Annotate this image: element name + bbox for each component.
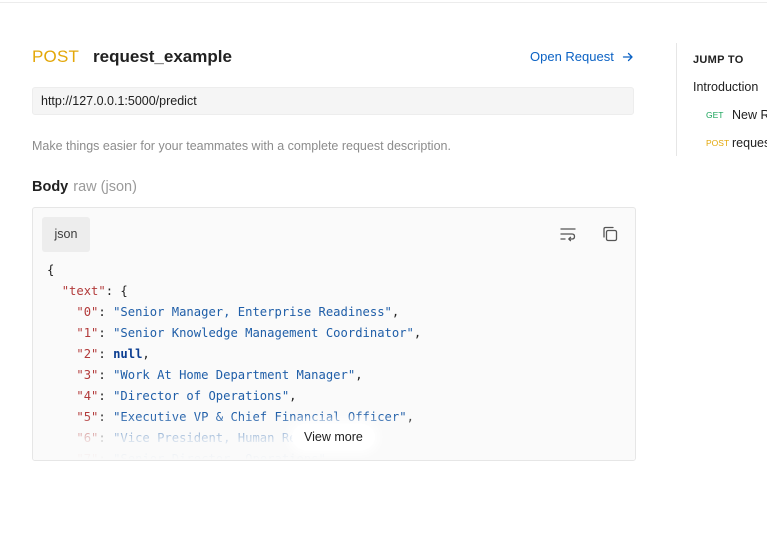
open-request-label: Open Request	[530, 49, 614, 64]
code-line-entry: "3": "Work At Home Department Manager",	[47, 365, 421, 386]
code-line-entry: "2": null,	[47, 344, 421, 365]
request-method: POST	[32, 47, 80, 66]
body-heading: Body raw (json)	[32, 179, 137, 195]
request-url[interactable]: http://127.0.0.1:5000/predict	[32, 87, 634, 115]
code-punct: :	[98, 389, 114, 403]
code-punct: : {	[105, 284, 128, 298]
code-punct: ,	[289, 389, 297, 403]
jump-item-method: POST	[706, 138, 730, 148]
code-punct: :	[98, 326, 114, 340]
code-line-entry: "0": "Senior Manager, Enterprise Readine…	[47, 302, 421, 323]
body-type: raw (json)	[73, 179, 137, 195]
arrow-right-icon	[622, 52, 633, 61]
language-badge: json	[42, 217, 90, 252]
code-punct: ,	[413, 326, 422, 340]
code-key: "3"	[76, 368, 99, 382]
code-punct: :	[98, 368, 114, 382]
code-line-open: {	[47, 260, 421, 281]
jump-to-item-get[interactable]: GET New R	[701, 108, 767, 122]
body-label: Body	[32, 179, 69, 195]
jump-item-label: reques	[732, 136, 767, 150]
code-key: "2"	[76, 347, 99, 361]
view-more-button[interactable]: View more	[292, 424, 375, 450]
jump-to-item-post[interactable]: POST reques	[701, 136, 767, 150]
wrap-lines-icon[interactable]	[559, 225, 577, 243]
code-punct: :	[98, 347, 114, 361]
code-value: "Director of Operations"	[113, 389, 290, 403]
jump-item-label: New R	[732, 108, 767, 122]
code-line-entry: "1": "Senior Knowledge Management Coordi…	[47, 323, 421, 344]
code-key: "0"	[76, 305, 99, 319]
code-key: "4"	[76, 389, 99, 403]
code-value: null	[113, 347, 143, 361]
jump-to-introduction[interactable]: Introduction	[693, 80, 758, 94]
code-line-root: "text": {	[47, 281, 421, 302]
code-panel: json { "text": { "0": "Senior Manager, E…	[32, 207, 636, 461]
request-description-placeholder[interactable]: Make things easier for your teammates wi…	[32, 139, 451, 153]
jump-to-divider	[676, 43, 677, 156]
open-request-link[interactable]: Open Request	[530, 49, 634, 64]
documentation-page: POST request_example Open Request http:/…	[0, 0, 767, 541]
code-line-entry: "4": "Director of Operations",	[47, 386, 421, 407]
request-title: request_example	[93, 47, 232, 66]
code-brace: {	[47, 263, 55, 277]
top-divider	[0, 2, 767, 3]
jump-item-method: GET	[706, 110, 724, 120]
code-value: "Work At Home Department Manager"	[113, 368, 356, 382]
code-punct: :	[98, 305, 114, 319]
code-punct: ,	[142, 347, 150, 361]
code-key: "1"	[76, 326, 99, 340]
code-punct: ,	[391, 305, 400, 319]
code-punct: ,	[355, 368, 363, 382]
jump-to-title: JUMP TO	[693, 54, 744, 66]
code-value: "Senior Knowledge Management Coordinator…	[113, 326, 414, 340]
code-key: "text"	[61, 284, 106, 298]
code-value: "Senior Manager, Enterprise Readiness"	[113, 305, 392, 319]
copy-icon[interactable]	[601, 225, 619, 243]
